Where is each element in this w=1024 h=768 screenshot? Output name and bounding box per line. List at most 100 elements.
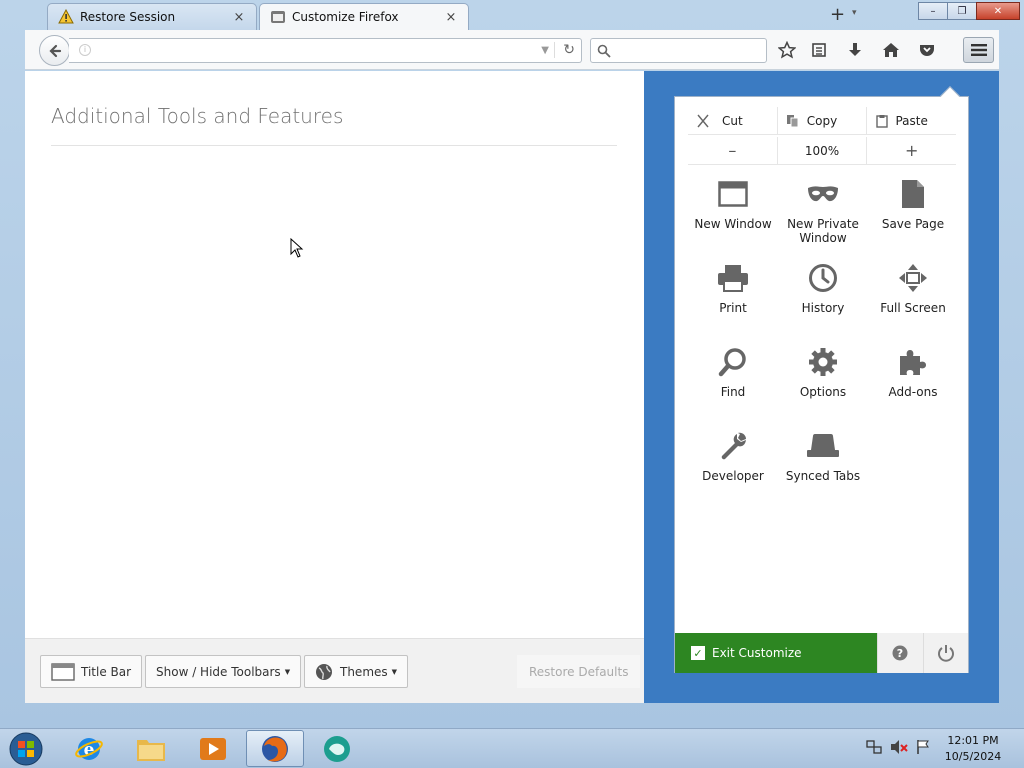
warning-icon — [58, 9, 74, 25]
identity-icon[interactable]: i — [79, 44, 91, 56]
exit-customize-button[interactable]: ✓ Exit Customize — [675, 633, 877, 673]
title-bar-button[interactable]: Title Bar — [40, 655, 143, 688]
home-icon[interactable] — [881, 40, 901, 60]
show-hide-toolbars-button[interactable]: Show / Hide Toolbars ▼ — [145, 655, 302, 688]
search-input[interactable] — [590, 38, 767, 63]
new-window-button[interactable]: New Window — [688, 177, 778, 261]
start-orb-icon — [9, 732, 43, 766]
find-icon — [688, 345, 778, 379]
tab-close-icon[interactable]: × — [444, 10, 458, 25]
url-dropdown-icon[interactable]: ▼ — [541, 45, 549, 56]
item-label: Full Screen — [880, 301, 946, 315]
system-clock[interactable]: 12:01 PM 10/5/2024 — [940, 733, 1006, 765]
customize-footer: Title Bar Show / Hide Toolbars ▼ Themes … — [25, 638, 644, 703]
zoom-controls: – 100% + — [688, 137, 956, 165]
back-button[interactable] — [39, 35, 70, 66]
restore-button[interactable]: ❐ — [947, 2, 977, 20]
help-icon: ? — [892, 645, 908, 661]
addons-button[interactable]: Add-ons — [868, 345, 958, 429]
media-player-icon — [200, 737, 226, 760]
show-hide-toolbars-label: Show / Hide Toolbars — [156, 664, 281, 679]
synced-tabs-icon — [778, 429, 868, 463]
bookmark-star-icon[interactable] — [777, 40, 797, 60]
volume-muted-icon[interactable] — [890, 739, 908, 755]
developer-wrench-icon — [688, 429, 778, 463]
power-icon — [937, 645, 954, 662]
pocket-icon[interactable] — [917, 40, 937, 60]
paste-icon — [876, 115, 889, 128]
page-title: Additional Tools and Features — [51, 104, 344, 128]
developer-button[interactable]: Developer — [688, 429, 778, 513]
tab-restore-session[interactable]: Restore Session × — [47, 3, 257, 30]
clock-time: 12:01 PM — [947, 734, 999, 747]
reload-icon[interactable]: ↻ — [554, 42, 575, 58]
options-button[interactable]: Options — [778, 345, 868, 429]
menu-button[interactable] — [963, 37, 994, 63]
minimize-button[interactable]: – — [918, 2, 948, 20]
tab-list-button[interactable]: ▾ — [852, 8, 857, 18]
history-button[interactable]: History — [778, 261, 868, 345]
themes-button[interactable]: Themes ▼ — [304, 655, 409, 688]
app-icon — [324, 735, 350, 762]
checkmark-icon: ✓ — [691, 646, 705, 660]
tab-customize-firefox[interactable]: Customize Firefox × — [259, 3, 469, 30]
new-tab-button[interactable]: + — [830, 4, 845, 25]
cut-label: Cut — [721, 113, 743, 128]
zoom-in-button[interactable]: + — [866, 137, 956, 164]
zoom-out-button[interactable]: – — [688, 137, 777, 164]
options-gear-icon — [778, 345, 868, 379]
file-explorer-icon — [137, 739, 165, 761]
quit-button[interactable] — [922, 633, 968, 673]
zoom-reset-button[interactable]: 100% — [776, 137, 867, 164]
taskbar-media-player[interactable] — [184, 730, 242, 767]
taskbar: e 12:01 PM 10/5/2024 — [0, 728, 1024, 768]
taskbar-ie[interactable]: e — [60, 730, 118, 767]
cut-icon — [697, 114, 709, 128]
chevron-down-icon: ▼ — [391, 667, 398, 676]
menu-icon — [970, 44, 987, 56]
item-label: Options — [799, 385, 847, 399]
print-button[interactable]: Print — [688, 261, 778, 345]
taskbar-app[interactable] — [308, 730, 366, 767]
paste-button[interactable]: Paste — [866, 107, 956, 134]
full-screen-button[interactable]: Full Screen — [868, 261, 958, 345]
panel-arrow — [940, 86, 960, 106]
action-center-flag-icon[interactable] — [916, 739, 930, 755]
taskbar-firefox[interactable] — [246, 730, 304, 767]
item-label: Developer — [702, 469, 764, 483]
item-label: New Window — [694, 217, 772, 231]
edit-controls: Cut Copy Paste — [688, 107, 956, 135]
cut-button[interactable]: Cut — [688, 107, 777, 134]
tab-close-icon[interactable]: × — [232, 10, 246, 25]
private-mask-icon — [778, 177, 868, 211]
restore-defaults-button[interactable]: Restore Defaults — [517, 655, 641, 688]
find-button[interactable]: Find — [688, 345, 778, 429]
paste-label: Paste — [895, 113, 928, 128]
tab-label: Restore Session — [80, 10, 176, 24]
window-controls: – ❐ ✕ — [918, 2, 1020, 20]
item-label: New Private Window — [787, 217, 859, 245]
themes-label: Themes — [340, 664, 388, 679]
network-icon[interactable] — [866, 739, 882, 755]
chevron-down-icon: ▼ — [284, 667, 291, 676]
url-bar[interactable]: i ▼ ↻ — [69, 38, 582, 63]
copy-button[interactable]: Copy — [776, 107, 867, 134]
title-bar-icon — [51, 662, 75, 681]
exit-customize-label: Exit Customize — [712, 646, 802, 660]
browser-window: Restore Session × Customize Firefox × + … — [0, 0, 1024, 728]
reading-list-icon[interactable] — [809, 40, 829, 60]
item-label: Synced Tabs — [785, 469, 861, 483]
nav-bar: i ▼ ↻ — [25, 30, 999, 70]
start-button[interactable] — [4, 731, 48, 767]
firefox-icon — [262, 735, 288, 762]
save-page-icon — [868, 177, 958, 211]
taskbar-explorer[interactable] — [122, 730, 180, 767]
save-page-button[interactable]: Save Page — [868, 177, 958, 261]
download-icon[interactable] — [845, 40, 865, 60]
close-button[interactable]: ✕ — [976, 2, 1020, 20]
new-private-window-button[interactable]: New Private Window — [778, 177, 868, 261]
customize-icon — [270, 9, 286, 25]
new-window-icon — [688, 177, 778, 211]
help-button[interactable]: ? — [877, 633, 923, 673]
synced-tabs-button[interactable]: Synced Tabs — [778, 429, 868, 513]
